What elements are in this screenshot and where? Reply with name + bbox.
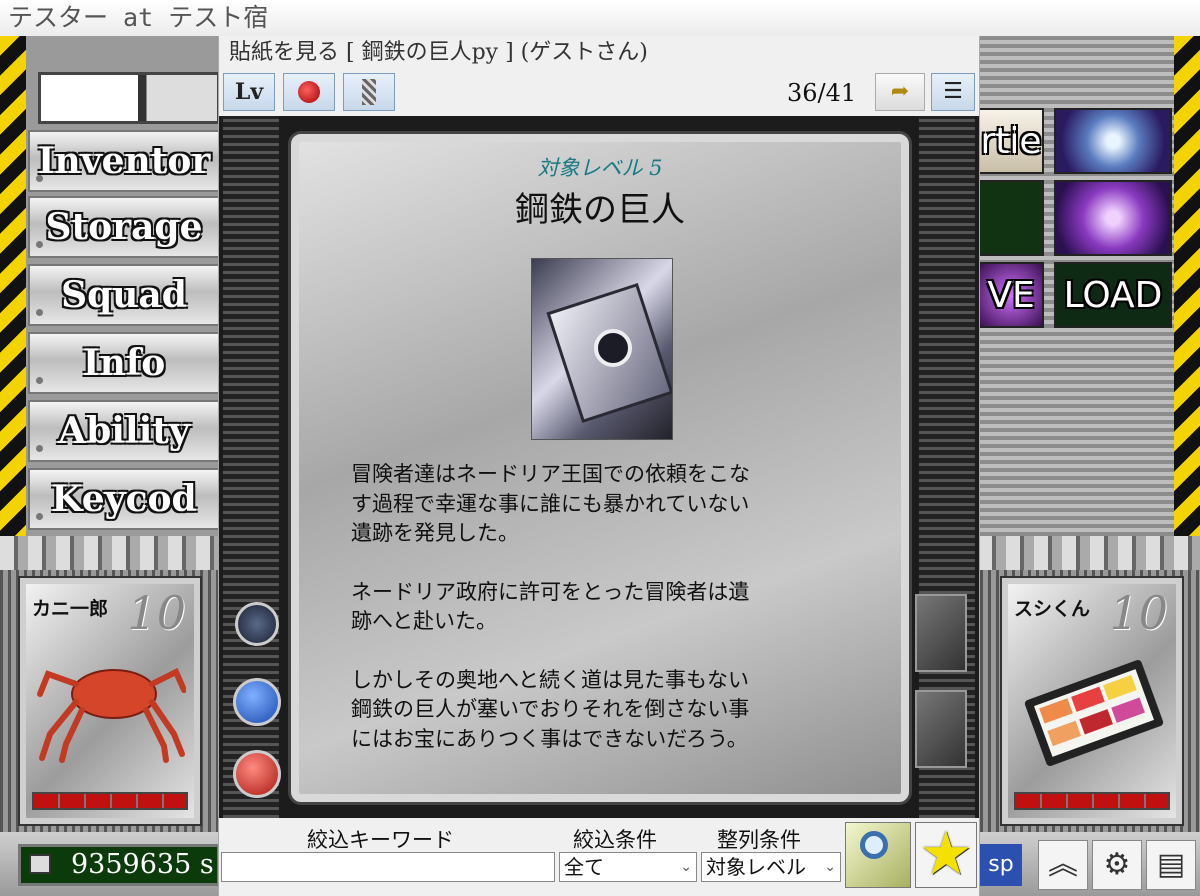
belt-left — [0, 536, 220, 570]
party-tile[interactable]: rtie — [978, 108, 1044, 174]
hazard-stripe — [1174, 36, 1200, 536]
menu-label: Info — [82, 342, 166, 384]
nebula-tile[interactable] — [1054, 180, 1172, 256]
notice-paragraph: 冒険者達はネードリア王国での依頼をこな す過程で幸運な事に誰にも暴かれていない … — [351, 462, 750, 545]
party-card[interactable]: カニ一郎 10 — [18, 576, 202, 826]
notice-sheet: 対象レベル 5 鋼鉄の巨人 冒険者達はネードリア王国での依頼をこな す過程で幸運… — [291, 134, 909, 802]
menu-label: Inventor — [37, 140, 211, 182]
hp-bar — [1014, 792, 1170, 810]
target-level: 対象レベル 5 — [537, 156, 663, 180]
compass-icon[interactable] — [235, 602, 279, 646]
chevron-down-icon: ⌄ — [680, 859, 692, 875]
dialog-title: 貼紙を見る [ 鋼鉄の巨人py ] (ゲストさん) — [229, 40, 648, 65]
chevron-down-icon: ⌄ — [824, 859, 836, 875]
party-slot-right: スシくん 10 — [980, 570, 1200, 832]
share-button[interactable]: ➦ — [875, 73, 925, 111]
party-card[interactable]: スシくん 10 — [1000, 576, 1184, 826]
filter-bar: 絞込キーワード 絞込条件 整列条件 全て ⌄ 対象レベル ⌄ ★ — [219, 818, 979, 896]
load-tile[interactable]: LOAD — [1054, 262, 1172, 328]
hp-bar — [32, 792, 188, 810]
list-view-button[interactable]: ☰ — [931, 73, 975, 111]
belt-right — [978, 536, 1200, 570]
money-display: 9359635 s — [18, 844, 220, 886]
red-orb-icon — [298, 81, 320, 103]
save-tile[interactable]: VE — [978, 262, 1044, 328]
grid-pattern-icon — [362, 79, 376, 105]
rivet-icon — [36, 309, 43, 316]
party-member-name: カニ一郎 — [32, 598, 109, 620]
hazard-stripe — [0, 36, 26, 536]
side-slab — [915, 594, 967, 672]
blue-orb-button[interactable] — [233, 678, 281, 726]
sort-select[interactable]: 対象レベル ⌄ — [701, 852, 841, 882]
menu-label: Storage — [45, 206, 203, 248]
crab-icon — [37, 667, 186, 763]
menu-button-squad[interactable]: Squad — [28, 264, 220, 326]
right-panel: rtie VE LOAD — [978, 36, 1200, 536]
dialog-toolbar: Lv 36/41 ➦ ☰ — [219, 70, 979, 117]
red-orb-button[interactable] — [233, 750, 281, 798]
menu-button-inventory[interactable]: Inventor — [28, 130, 220, 192]
side-slab — [915, 690, 967, 768]
menu-button-info[interactable]: Info — [28, 332, 220, 394]
money-value: 9359635 s — [71, 849, 214, 880]
notice-title: 鋼鉄の巨人 — [515, 190, 685, 230]
world-map-tile[interactable] — [1054, 108, 1172, 174]
pattern-button[interactable] — [343, 73, 395, 111]
keyword-label: 絞込キーワード — [307, 828, 454, 852]
notice-viewer: 対象レベル 5 鋼鉄の巨人 冒険者達はネードリア王国での依頼をこな す過程で幸運… — [219, 116, 979, 818]
notice-body: 冒険者達はネードリア王国での依頼をこな す過程で幸運な事に誰にも暴かれていない … — [351, 460, 871, 783]
party-member-name: スシくん — [1014, 598, 1091, 620]
page-counter: 36/41 — [787, 79, 857, 107]
list-icon: ☰ — [943, 79, 963, 104]
favorite-button[interactable]: ★ — [915, 822, 977, 888]
level-filter-button[interactable]: Lv — [223, 73, 275, 111]
party-member-level: 10 — [127, 586, 186, 640]
sun-emblem-icon — [594, 329, 632, 367]
menu-label: Keycod — [51, 478, 197, 520]
search-button[interactable] — [845, 822, 911, 888]
rivet-icon — [36, 175, 43, 182]
sushi-icon — [1024, 660, 1164, 766]
rivet-icon — [36, 241, 43, 248]
keyword-input[interactable] — [221, 852, 555, 882]
menu-label: Ability — [58, 410, 190, 452]
party-member-level: 10 — [1109, 586, 1168, 640]
wallet-icon — [29, 854, 51, 874]
condition-value: 全て — [564, 855, 604, 879]
sort-value: 対象レベル — [706, 855, 806, 879]
book-icon[interactable]: ▤ — [1146, 840, 1196, 890]
condition-select[interactable]: 全て ⌄ — [559, 852, 697, 882]
star-icon: ★ — [919, 819, 973, 889]
chevron-up-icon[interactable]: ︽ — [1038, 840, 1088, 890]
sp-button[interactable]: sp — [980, 844, 1022, 886]
notice-dialog: 貼紙を見る [ 鋼鉄の巨人py ] (ゲストさん) Lv 36/41 ➦ ☰ 対… — [218, 36, 980, 896]
rivet-icon — [36, 445, 43, 452]
menu-button-ability[interactable]: Ability — [28, 400, 220, 462]
notice-illustration — [531, 258, 673, 440]
rivet-icon — [36, 377, 43, 384]
equalizer-tile[interactable] — [978, 180, 1044, 256]
meter-bar — [38, 72, 220, 124]
left-menu: Inventor Storage Squad Info Ability Keyc… — [0, 36, 220, 536]
magnifier-icon — [860, 831, 888, 859]
rivet-icon — [36, 513, 43, 520]
menu-label: Squad — [61, 274, 187, 316]
window-title: テスター at テスト宿 — [0, 0, 1200, 36]
menu-button-keycode[interactable]: Keycod — [28, 468, 220, 530]
condition-label: 絞込条件 — [573, 828, 657, 852]
notice-paragraph: しかしその奥地へと続く道は見た事もない 鋼鉄の巨人が塞いでおりそれを倒さない事 … — [351, 667, 750, 751]
menu-button-storage[interactable]: Storage — [28, 196, 220, 258]
gear-icon[interactable]: ⚙ — [1092, 840, 1142, 890]
sort-label: 整列条件 — [717, 828, 801, 852]
party-slot-left: カニ一郎 10 — [0, 570, 220, 832]
notice-paragraph: ネードリア政府に許可をとった冒険者は遺 跡へと赴いた。 — [351, 579, 750, 634]
share-arrow-icon: ➦ — [890, 79, 910, 104]
red-orb-button[interactable] — [283, 73, 335, 111]
